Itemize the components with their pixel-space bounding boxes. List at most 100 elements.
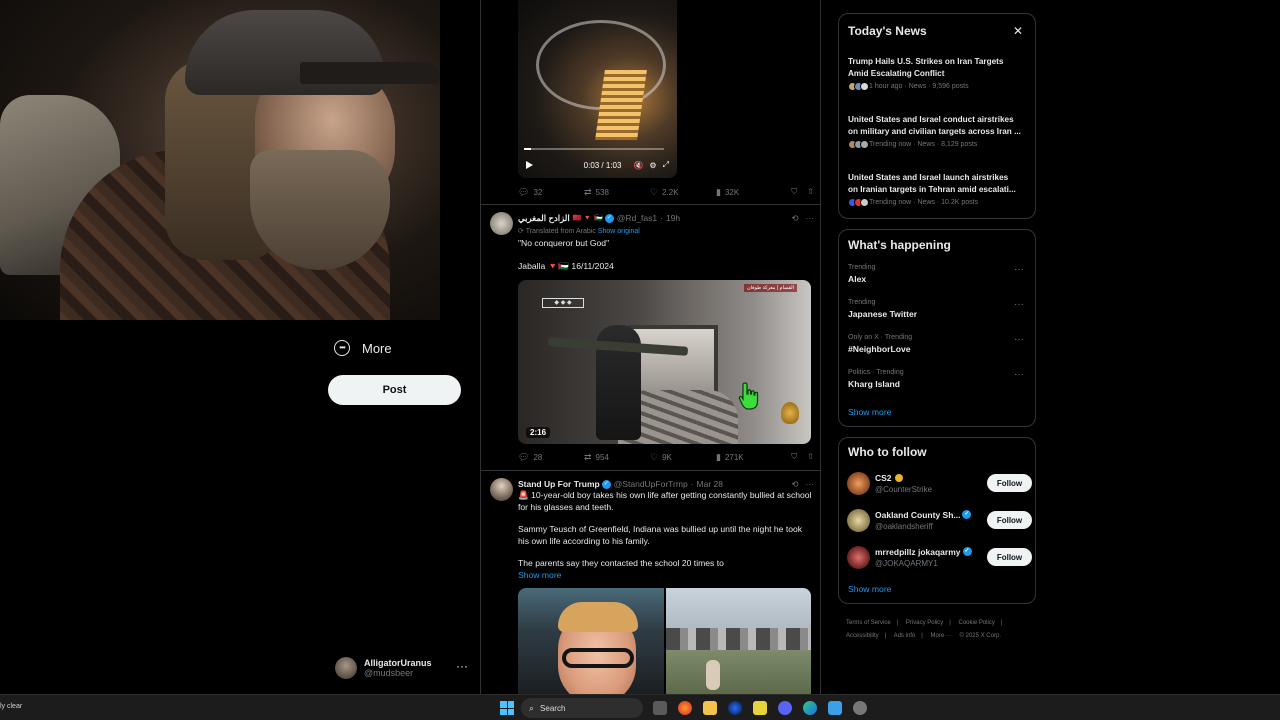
tweet3-images[interactable]: [518, 588, 811, 694]
obs-icon[interactable]: [853, 701, 867, 715]
show-original-link[interactable]: Show original: [598, 228, 640, 235]
tweet2-actions: 💬︎ 28 ⇄ 954 ♡ 9K ▮ 271K ⛉ ⇧: [518, 450, 814, 464]
close-icon[interactable]: ✕: [1013, 24, 1023, 38]
firefox-icon[interactable]: [678, 701, 692, 715]
play-icon[interactable]: [526, 161, 533, 169]
account-switcher[interactable]: AlligatorUranus @mudsbeer ···: [335, 655, 470, 681]
hand-cursor-icon: [738, 382, 759, 410]
trends-show-more[interactable]: Show more: [848, 407, 891, 417]
translate-icon: ⟳: [518, 228, 524, 235]
avatar[interactable]: [490, 212, 513, 235]
like-count: 9K: [662, 452, 672, 462]
news-meta: 1 hour ago · News · 9,596 posts: [869, 83, 969, 90]
paint-app-icon[interactable]: [828, 701, 842, 715]
author-handle[interactable]: @Rd_fas1: [617, 213, 657, 223]
weather-widget[interactable]: ly clear: [0, 703, 22, 710]
post-button[interactable]: Post: [328, 375, 461, 405]
account-name: AlligatorUranus: [364, 658, 432, 668]
tweet1-video[interactable]: 0:03 / 1:03 🔇 ⚙ ⤢: [518, 0, 677, 178]
suggestion-handle: @oaklandsheriff: [875, 521, 933, 531]
tweet-time[interactable]: Mar 28: [697, 479, 723, 489]
share-icon[interactable]: ⇧: [807, 452, 814, 462]
file-explorer-icon[interactable]: [703, 701, 717, 715]
edge-icon[interactable]: [803, 701, 817, 715]
follow-suggestion[interactable]: CS2 @CounterStrike Follow: [847, 470, 1032, 496]
tweet3-image-boy[interactable]: [518, 588, 664, 694]
app-icon-blue[interactable]: [728, 701, 742, 715]
news-item[interactable]: United States and Israel launch airstrik…: [848, 172, 1030, 207]
follow-suggestion[interactable]: mrredpillz jokaqarmy ✓ @JOKAQARMY1 Follow: [847, 544, 1032, 570]
follow-button[interactable]: Follow: [987, 474, 1032, 492]
like-button[interactable]: ♡ 9K: [650, 452, 716, 463]
bookmark-icon[interactable]: ⛉: [791, 187, 797, 197]
suggestion-handle: @CounterStrike: [875, 484, 933, 494]
footer-link-privacy[interactable]: Privacy Policy: [906, 620, 943, 626]
nav-more[interactable]: ••• More: [334, 337, 392, 359]
follow-suggestion[interactable]: Oakland County Sh... ✓ @oaklandsheriff Fo…: [847, 507, 1032, 533]
follow-show-more[interactable]: Show more: [848, 584, 891, 594]
share-icon[interactable]: ⇧: [807, 187, 814, 197]
tweet3-image-neighborhood[interactable]: [665, 588, 811, 694]
views-button[interactable]: ▮ 271K: [716, 452, 782, 463]
tweet2-video[interactable]: ◆ ◆ ◆ القسام | معركة طوفان 2:16: [518, 280, 811, 444]
footer-link-more[interactable]: More ···: [931, 633, 952, 639]
tweet-divider: [481, 470, 820, 471]
views-button[interactable]: ▮ 32K: [716, 187, 782, 198]
news-title-line2: Amid Escalating Conflict: [848, 68, 945, 78]
fullscreen-icon[interactable]: ⤢: [663, 160, 669, 170]
trend-item[interactable]: Trending Japanese Twitter ···: [848, 299, 1030, 319]
footer-separator: |: [896, 620, 899, 626]
news-item[interactable]: United States and Israel conduct airstri…: [848, 114, 1030, 149]
more-icon[interactable]: ···: [1014, 264, 1024, 275]
show-more-link[interactable]: Show more: [518, 570, 814, 582]
news-item[interactable]: Trump Hails U.S. Strikes on Iran Targets…: [848, 56, 1030, 91]
video-duration: 2:16: [526, 427, 551, 438]
repost-button[interactable]: ⇄ 538: [584, 187, 650, 198]
reply-button[interactable]: 💬︎ 32: [518, 187, 584, 198]
footer-link-ads[interactable]: Ads info: [894, 633, 916, 639]
windows-start-icon[interactable]: [500, 701, 514, 715]
settings-icon[interactable]: ⚙: [649, 161, 656, 170]
reply-button[interactable]: 💬︎ 28: [518, 452, 584, 463]
avatar[interactable]: [490, 478, 513, 501]
follow-button[interactable]: Follow: [987, 548, 1032, 566]
author-name[interactable]: Stand Up For Trump: [518, 479, 600, 489]
more-icon[interactable]: ···: [806, 213, 815, 224]
footer-separator: |: [921, 633, 923, 639]
tweet2-text: "No conqueror but God" Jaballa 🔻🇵🇸 16/11…: [518, 238, 814, 272]
footer-link-accessibility[interactable]: Accessibility: [846, 633, 879, 639]
bookmark-icon[interactable]: ⛉: [791, 452, 797, 462]
suggestion-name: mrredpillz jokaqarmy: [875, 546, 961, 557]
footer-link-terms[interactable]: Terms of Service: [846, 620, 891, 626]
repost-button[interactable]: ⇄ 954: [584, 452, 650, 463]
grok-icon[interactable]: ⟲: [791, 479, 798, 490]
follow-button[interactable]: Follow: [987, 511, 1032, 529]
more-icon[interactable]: ···: [1014, 369, 1024, 380]
account-menu-icon[interactable]: ···: [456, 659, 468, 673]
verified-badge-icon: ✓: [962, 547, 972, 556]
more-icon[interactable]: ···: [1014, 334, 1024, 345]
discord-icon[interactable]: [778, 701, 792, 715]
suggestion-name: CS2: [875, 472, 892, 483]
trend-item[interactable]: Politics · Trending Kharg Island ···: [848, 369, 1030, 389]
trend-item[interactable]: Trending Alex ···: [848, 264, 1030, 284]
mute-icon[interactable]: 🔇: [633, 161, 643, 170]
taskbar-search[interactable]: ⌕ Search: [521, 698, 643, 718]
video-progress-bar[interactable]: [524, 148, 664, 150]
author-name[interactable]: الزادح المغربي: [518, 213, 570, 224]
grok-icon[interactable]: ⟲: [791, 213, 798, 224]
avatar: [847, 471, 870, 495]
more-icon[interactable]: ···: [1014, 299, 1024, 310]
task-view-icon[interactable]: [653, 701, 667, 715]
notes-app-icon[interactable]: [753, 701, 767, 715]
timeline-feed[interactable]: 0:03 / 1:03 🔇 ⚙ ⤢ 💬︎ 32 ⇄ 538 ♡ 2.2K ▮ 32K ⛉…: [480, 0, 821, 694]
author-handle[interactable]: @StandUpForTrmp: [614, 479, 688, 489]
who-to-follow-card: Who to follow CS2 @CounterStrike Follow …: [838, 437, 1036, 604]
more-icon[interactable]: ···: [806, 479, 815, 490]
whats-happening-card: What's happening Trending Alex ··· Trend…: [838, 229, 1036, 427]
tweet-time[interactable]: 19h: [666, 213, 680, 223]
like-button[interactable]: ♡ 2.2K: [650, 187, 716, 198]
trend-item[interactable]: Only on X · Trending #NeighborLove ···: [848, 334, 1030, 354]
footer-link-cookie[interactable]: Cookie Policy: [959, 620, 995, 626]
repost-count: 954: [595, 452, 609, 462]
